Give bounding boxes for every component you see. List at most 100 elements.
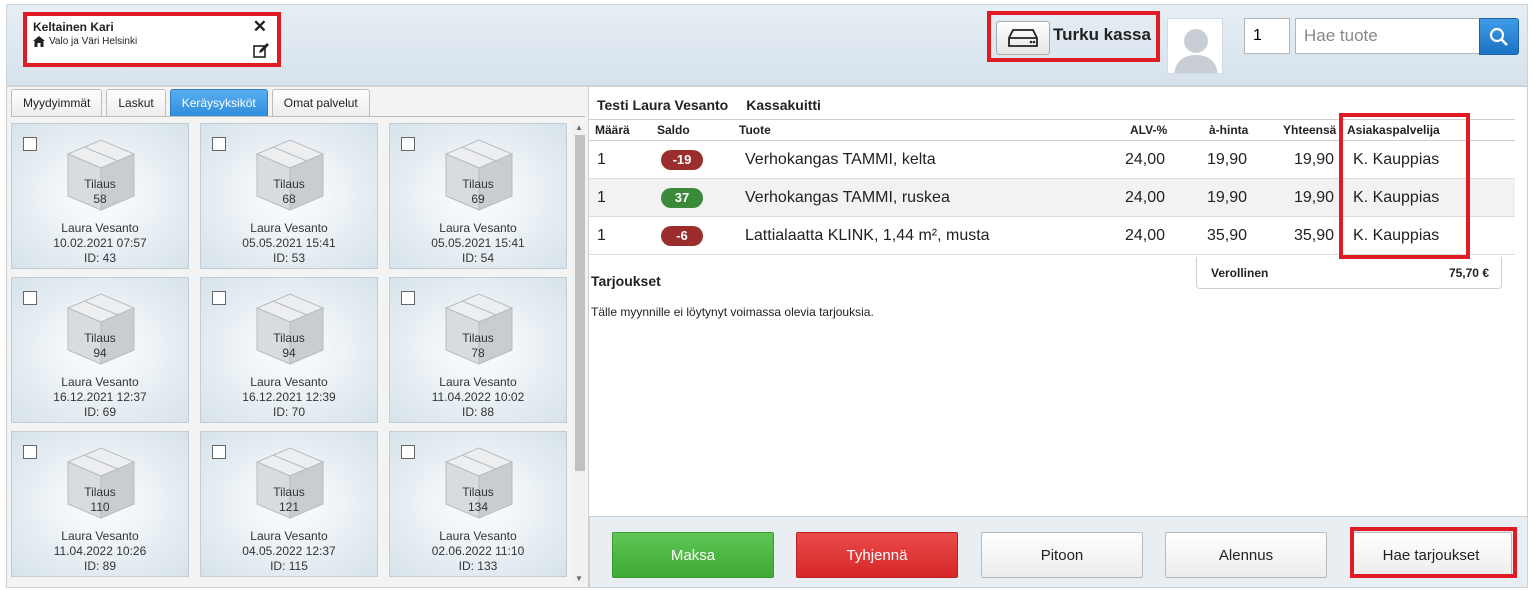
order-number: 121 — [278, 500, 300, 514]
order-card[interactable]: Tilaus 69 Laura Vesanto 05.05.2021 15:41 ID:… — [389, 123, 567, 269]
order-checkbox[interactable] — [23, 445, 37, 459]
avatar[interactable] — [1167, 18, 1223, 74]
scroll-up-icon[interactable]: ▲ — [575, 123, 583, 132]
order-label: Tilaus — [84, 485, 116, 499]
order-date: 05.05.2021 15:41 — [242, 236, 336, 250]
register-button[interactable] — [996, 21, 1050, 55]
order-customer: Laura Vesanto — [439, 529, 517, 543]
tab-divider — [11, 116, 585, 117]
tab-collection-units[interactable]: Keräysyksiköt — [169, 89, 268, 116]
order-number: 110 — [90, 500, 110, 514]
order-card[interactable]: Tilaus 94 Laura Vesanto 16.12.2021 12:39 ID:… — [200, 277, 378, 423]
receipt-panel: Testi Laura Vesanto Kassakuitti Määrä Sa… — [589, 86, 1528, 516]
left-panel: Myydyimmät Laskut Keräysyksiköt Omat pal… — [6, 86, 589, 588]
order-checkbox[interactable] — [212, 445, 226, 459]
close-icon[interactable]: ✕ — [253, 18, 267, 35]
order-id: ID: 69 — [83, 405, 116, 419]
order-card[interactable]: Tilaus 68 Laura Vesanto 05.05.2021 15:41 ID:… — [200, 123, 378, 269]
receipt-customer: Testi Laura Vesanto — [597, 97, 729, 113]
row-qty: 1 — [597, 226, 606, 244]
order-card[interactable]: Tilaus 58 Laura Vesanto 10.02.2021 07:57 ID:… — [11, 123, 189, 269]
tab-invoices[interactable]: Laskut — [106, 89, 166, 116]
order-id: ID: 115 — [270, 559, 308, 573]
order-number: 58 — [93, 192, 107, 206]
edit-icon[interactable] — [253, 43, 269, 59]
top-header: Keltainen Kari Valo ja Väri Helsinki ✕ T… — [6, 4, 1528, 86]
row-vat: 24,00 — [1125, 188, 1166, 206]
scrollbar-thumb[interactable] — [575, 135, 585, 471]
customer-store-label: Valo ja Väri Helsinki — [49, 36, 138, 47]
order-label: Tilaus — [462, 485, 494, 499]
row-total: 19,90 — [1294, 150, 1335, 168]
order-date: 02.06.2022 11:10 — [431, 544, 525, 558]
row-total: 19,90 — [1294, 188, 1335, 206]
col-service: Asiakaspalvelija — [1347, 123, 1440, 137]
col-product: Tuote — [739, 123, 771, 137]
search-button[interactable] — [1479, 18, 1519, 55]
order-date: 16.12.2021 12:39 — [242, 390, 336, 404]
order-checkbox[interactable] — [23, 137, 37, 151]
clear-button[interactable]: Tyhjennä — [796, 532, 958, 578]
row-vat: 24,00 — [1125, 150, 1166, 168]
order-checkbox[interactable] — [401, 137, 415, 151]
order-date: 11.04.2022 10:02 — [431, 390, 525, 404]
order-card[interactable]: Tilaus 94 Laura Vesanto 16.12.2021 12:37 ID:… — [11, 277, 189, 423]
customer-store: Valo ja Väri Helsinki — [33, 36, 137, 47]
order-label: Tilaus — [84, 331, 116, 345]
table-row[interactable]: 1 -19 Verhokangas TAMMI, kelta 24,00 19,90 19… — [589, 141, 1515, 179]
order-id: ID: 89 — [83, 559, 116, 573]
stock-badge: -6 — [661, 225, 703, 246]
order-card[interactable]: Tilaus 134 Laura Vesanto 02.06.2022 11:10 ID… — [389, 431, 567, 577]
order-date: 10.02.2021 07:57 — [53, 236, 147, 250]
order-checkbox[interactable] — [212, 291, 226, 305]
customer-panel: Keltainen Kari Valo ja Väri Helsinki ✕ — [23, 12, 281, 67]
row-product: Lattialaatta KLINK, 1,44 m², musta — [745, 226, 990, 244]
row-total: 35,90 — [1294, 226, 1335, 244]
order-customer: Laura Vesanto — [61, 529, 139, 543]
order-checkbox[interactable] — [212, 137, 226, 151]
order-number: 78 — [471, 346, 485, 360]
receipt-header: Testi Laura Vesanto Kassakuitti — [597, 97, 821, 113]
discount-button[interactable]: Alennus — [1165, 532, 1327, 578]
hold-button[interactable]: Pitoon — [981, 532, 1143, 578]
order-card[interactable]: Tilaus 78 Laura Vesanto 11.04.2022 10:02 ID:… — [389, 277, 567, 423]
order-number: 68 — [282, 192, 296, 206]
order-checkbox[interactable] — [23, 291, 37, 305]
row-service: K. Kauppias — [1353, 150, 1440, 168]
order-checkbox[interactable] — [401, 291, 415, 305]
order-card[interactable]: Tilaus 110 Laura Vesanto 11.04.2022 10:26 ID… — [11, 431, 189, 577]
order-date: 11.04.2022 10:26 — [53, 544, 147, 558]
stock-badge: -19 — [661, 149, 703, 170]
order-id: ID: 70 — [272, 405, 305, 419]
order-customer: Laura Vesanto — [439, 221, 517, 235]
order-checkbox[interactable] — [401, 445, 415, 459]
order-card[interactable]: Tilaus 121 Laura Vesanto 04.05.2022 12:37 ID… — [200, 431, 378, 577]
order-id: ID: 54 — [461, 251, 494, 265]
table-row[interactable]: 1 37 Verhokangas TAMMI, ruskea 24,00 19,90 19… — [589, 179, 1515, 217]
col-unit-price: à-hinta — [1209, 123, 1249, 137]
order-label: Tilaus — [273, 177, 305, 191]
col-total: Yhteensä — [1283, 123, 1337, 137]
tab-bar: Myydyimmät Laskut Keräysyksiköt Omat pal… — [11, 89, 370, 116]
tab-own-services[interactable]: Omat palvelut — [271, 89, 370, 116]
scroll-down-icon[interactable]: ▼ — [575, 574, 583, 583]
total-box: Verollinen 75,70 € — [1196, 257, 1502, 289]
tab-bestsellers[interactable]: Myydyimmät — [11, 89, 103, 116]
quantity-input[interactable] — [1244, 18, 1290, 54]
order-customer: Laura Vesanto — [439, 375, 517, 389]
search-input[interactable] — [1295, 18, 1481, 54]
col-stock: Saldo — [657, 123, 690, 137]
table-row[interactable]: 1 -6 Lattialaatta KLINK, 1,44 m², musta 24,… — [589, 217, 1515, 255]
order-date: 04.05.2022 12:37 — [242, 544, 336, 558]
action-bar: Maksa Tyhjennä Pitoon Alennus Hae tarjou… — [589, 516, 1528, 588]
register-panel: Turku kassa — [987, 11, 1160, 62]
scrollbar[interactable]: ▲ ▼ — [573, 123, 585, 583]
receipt-table: Määrä Saldo Tuote ALV-% à-hinta Yhteensä… — [589, 119, 1515, 255]
home-icon — [33, 36, 45, 47]
fetch-offers-highlight — [1350, 527, 1517, 578]
pay-button[interactable]: Maksa — [612, 532, 774, 578]
order-customer: Laura Vesanto — [61, 375, 139, 389]
row-product: Verhokangas TAMMI, kelta — [745, 150, 936, 168]
table-header: Määrä Saldo Tuote ALV-% à-hinta Yhteensä… — [589, 119, 1515, 141]
user-silhouette-icon — [1168, 19, 1222, 73]
